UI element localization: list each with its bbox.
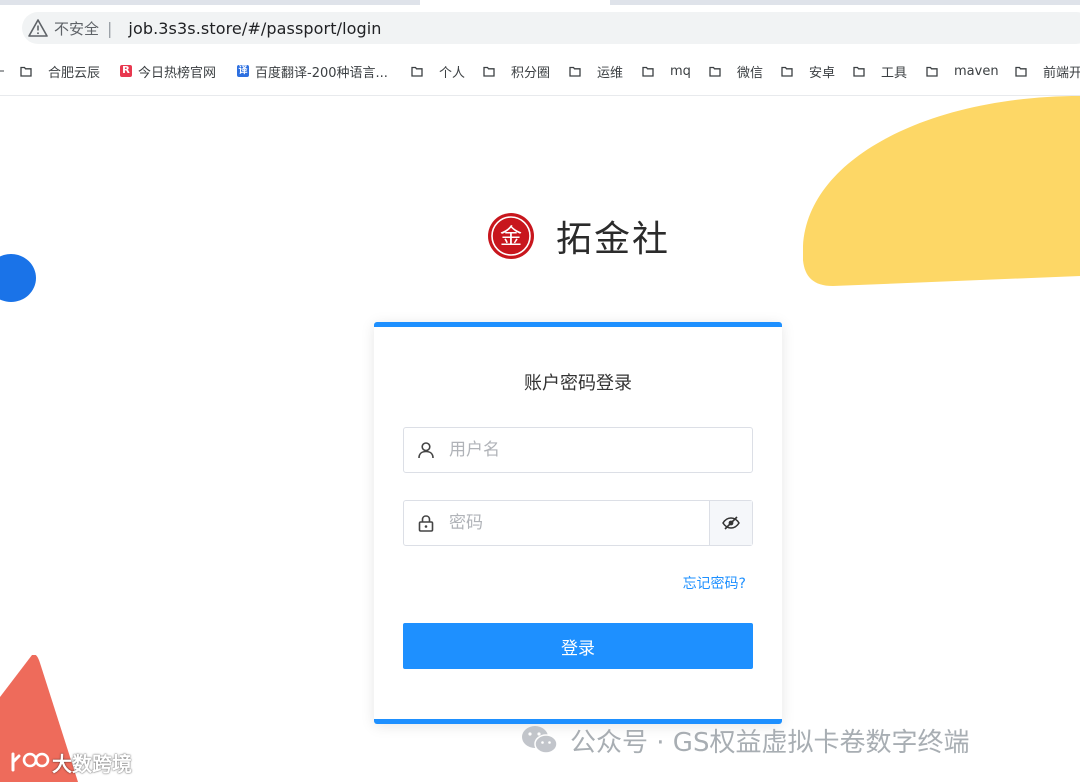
bookmark-baidu-translate[interactable]: 译 百度翻译-200种语言... [237, 58, 388, 84]
blue-decoration-circle [0, 254, 36, 302]
brand-watermark: 大数跨境 [10, 745, 132, 779]
eye-slash-icon [722, 516, 740, 530]
bookmark-label: 百度翻译-200种语言... [255, 65, 388, 81]
login-button[interactable]: 登录 [403, 623, 753, 669]
bookmark-label: 工具 [881, 65, 908, 81]
folder-icon [1015, 66, 1027, 77]
brand-watermark-text: 大数跨境 [52, 751, 132, 776]
folder-icon [926, 66, 938, 77]
bookmark-wechat[interactable]: 微信 [709, 58, 763, 84]
bookmark-label: 合肥云辰 [48, 65, 101, 81]
chevron-left-icon[interactable] [0, 66, 4, 76]
bookmarks-bar: 合肥云辰 R 今日热榜官网 译 百度翻译-200种语言... 个人 积分圈 运维… [0, 58, 1080, 84]
wechat-watermark: 公众号 · GS权益虚拟卡卷数字终端 [520, 720, 969, 760]
brand-name: 拓金社 [556, 219, 671, 260]
bookmark-points[interactable]: 积分圈 [483, 58, 550, 84]
user-icon [418, 442, 434, 459]
folder-icon [569, 66, 581, 77]
bookmark-label: mq [670, 63, 691, 79]
lock-icon [418, 515, 434, 532]
bookmark-android[interactable]: 安卓 [781, 58, 835, 84]
address-separator: | [107, 18, 113, 38]
bookmark-frontend[interactable]: 前端开 [1015, 58, 1080, 84]
username-field[interactable] [403, 427, 753, 473]
bookmark-mq[interactable]: mq [642, 58, 691, 84]
wechat-watermark-text: 公众号 · GS权益虚拟卡卷数字终端 [570, 727, 970, 758]
username-input[interactable] [447, 439, 687, 461]
url-text[interactable]: job.3s3s.store/#/passport/login [128, 19, 381, 38]
r-favicon-icon: R [120, 65, 132, 77]
translate-favicon-icon: 译 [237, 65, 249, 77]
tab-strip [0, 0, 1080, 5]
folder-icon [483, 66, 495, 77]
bookmark-label: maven [954, 63, 999, 79]
folder-icon [853, 66, 865, 77]
address-bar[interactable]: 不安全 | job.3s3s.store/#/passport/login [22, 12, 1080, 44]
toggle-password-visibility[interactable] [709, 501, 752, 545]
forgot-password-link[interactable]: 忘记密码? [683, 573, 746, 593]
security-label[interactable]: 不安全 [54, 18, 99, 39]
browser-chrome: 不安全 | job.3s3s.store/#/passport/login 合肥… [0, 0, 1080, 96]
brand-watermark-logo-icon [11, 752, 50, 772]
bookmark-tools[interactable]: 工具 [853, 58, 907, 84]
folder-icon [709, 66, 721, 77]
bookmark-label: 安卓 [809, 65, 836, 81]
folder-icon [20, 66, 32, 77]
bookmark-label: 积分圈 [511, 65, 551, 81]
password-field[interactable] [403, 500, 753, 546]
bookmark-label: 前端开 [1043, 65, 1080, 81]
bookmark-hefei[interactable]: 合肥云辰 [20, 58, 100, 84]
logo-emblem-icon: 金 [488, 213, 534, 259]
bookmark-label: 个人 [439, 65, 466, 81]
bookmark-ops[interactable]: 运维 [569, 58, 623, 84]
login-title: 账户密码登录 [524, 373, 632, 394]
bookmark-label: 今日热榜官网 [138, 65, 217, 81]
folder-icon [781, 66, 793, 77]
bookmark-label: 微信 [737, 65, 764, 81]
folder-icon [642, 66, 654, 77]
bookmark-label: 运维 [597, 65, 624, 81]
bookmark-maven[interactable]: maven [926, 58, 999, 84]
yellow-decoration-shape [803, 96, 1080, 286]
login-card: 账户密码登录 忘记密码? 登录 [374, 322, 782, 724]
logo-emblem-char: 金 [500, 225, 522, 250]
brand-logo: 金 拓金社 [487, 210, 670, 262]
warning-icon[interactable] [28, 18, 48, 38]
wechat-icon [522, 726, 558, 754]
password-input[interactable] [447, 512, 687, 534]
folder-icon [411, 66, 423, 77]
bookmark-personal[interactable]: 个人 [411, 58, 465, 84]
bookmark-tophub[interactable]: R 今日热榜官网 [120, 58, 216, 84]
